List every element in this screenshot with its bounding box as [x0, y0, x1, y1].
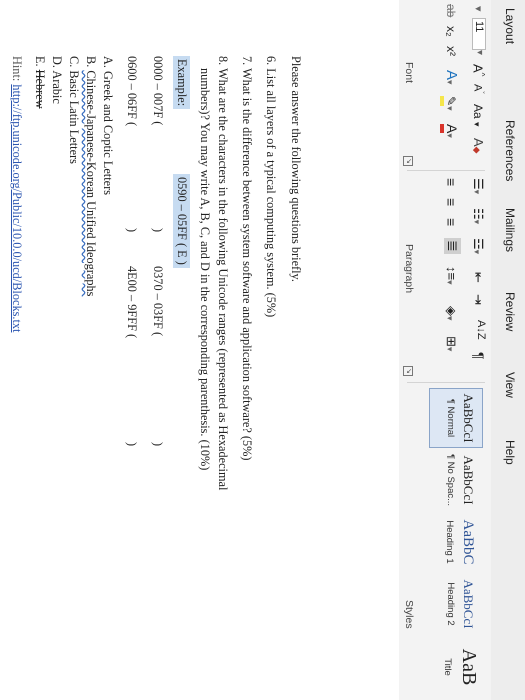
sort-icon[interactable]: A↓Z	[475, 320, 487, 340]
example-value: 0590 – 05FF ( E )	[173, 174, 190, 268]
example-label: Example:	[173, 56, 190, 110]
divider	[407, 382, 485, 383]
range-4-close: )	[125, 442, 139, 447]
style-heading-2[interactable]: AaBbCcI Heading 2	[429, 574, 483, 634]
font-name-dropdown-arrow[interactable]: ▾	[472, 6, 485, 12]
hint-link[interactable]: http://ftp.unicode.org/Public/10.0.0/ucd…	[10, 84, 24, 332]
bullets-icon[interactable]: ☰▾	[470, 178, 486, 194]
option-c: C. Basic Latin Letters	[67, 56, 81, 164]
borders-icon[interactable]: ⊞▾	[443, 336, 459, 351]
question-6: 6. List all layers of a typical computin…	[264, 56, 278, 318]
range-1-label: 0000 – 007F (	[151, 56, 165, 126]
tab-help[interactable]: Help	[503, 440, 517, 465]
divider	[407, 170, 485, 171]
style-title[interactable]: AaB Title	[429, 636, 483, 698]
styles-group-label: Styles	[403, 600, 415, 629]
tab-references[interactable]: References	[503, 120, 517, 181]
highlight-color-icon[interactable]: ✎▾	[440, 96, 458, 111]
tab-view[interactable]: View	[503, 372, 517, 398]
align-right-icon[interactable]: ≡	[443, 218, 459, 226]
decrease-indent-icon[interactable]: ⇤	[470, 272, 486, 283]
hint-line: Hint: http://ftp.unicode.org/Public/10.0…	[10, 56, 24, 333]
font-group-label: Font	[403, 62, 415, 84]
question-7: 7. What is the difference between system…	[240, 56, 254, 461]
line-spacing-icon[interactable]: ↕≡▾	[444, 266, 459, 285]
numbering-icon[interactable]: ☷▾	[470, 208, 486, 224]
ribbon-tabs: Layout References Mailings Review View H…	[491, 0, 525, 700]
option-a: A. Greek and Coptic Letters	[101, 56, 115, 195]
style-no-spacing[interactable]: AaBbCcI ¶ No Spac...	[429, 450, 483, 510]
question-8-line-1: 8. What are the characters in the follow…	[216, 56, 230, 491]
style-normal[interactable]: AaBbCcI ¶ Normal	[429, 388, 483, 448]
range-2-label: 0370 – 03FF (	[151, 266, 165, 337]
style-heading-1[interactable]: AaBbC Heading 1	[429, 512, 483, 572]
option-d: D. Arabic	[50, 56, 64, 104]
justify-icon[interactable]: ≣	[444, 238, 461, 254]
align-center-icon[interactable]: ≡	[443, 198, 459, 206]
align-left-icon[interactable]: ≡	[443, 178, 459, 186]
shading-icon[interactable]: ◈▾	[443, 306, 459, 321]
font-size-dropdown-icon[interactable]: ▾	[474, 50, 485, 55]
tab-layout[interactable]: Layout	[503, 8, 517, 44]
subscript-icon[interactable]: x₂	[444, 26, 458, 37]
shrink-font-icon[interactable]: Aˇ	[471, 84, 484, 94]
ribbon: ▾ 11 ▾ A^ Aˇ Aa ▾ A◆ ab x₂ x² A▾ ✎▾ A▾ F…	[398, 0, 491, 700]
range-3-label: 0600 – 06FF (	[125, 56, 139, 127]
range-3-close: )	[125, 228, 139, 233]
paragraph-dialog-launcher-icon[interactable]: ↘	[403, 366, 413, 376]
range-1-close: )	[151, 228, 165, 233]
text-effects-icon[interactable]: A▾	[443, 70, 460, 85]
grow-font-icon[interactable]: A^	[471, 64, 486, 76]
superscript-icon[interactable]: x²	[444, 46, 458, 56]
option-b: B. Chinese-Japanese-Korean Unified Ideog…	[84, 56, 98, 297]
strikethrough-icon[interactable]: ab	[444, 4, 458, 17]
tab-mailings[interactable]: Mailings	[503, 208, 517, 252]
range-4-label: 4E00 – 9FFF (	[125, 266, 139, 339]
paragraph-group-label: Paragraph	[403, 244, 415, 294]
question-8-line-2: numbers)? You may write A, B, C, and D i…	[198, 68, 212, 471]
font-size-box[interactable]: 11	[472, 18, 486, 50]
show-formatting-icon[interactable]: ¶	[471, 352, 487, 360]
clear-formatting-icon[interactable]: A◆	[471, 138, 486, 154]
option-e: E. Hebrew	[33, 56, 47, 109]
tab-review[interactable]: Review	[503, 292, 517, 331]
font-dialog-launcher-icon[interactable]: ↘	[403, 156, 413, 166]
multilevel-list-icon[interactable]: ☲▾	[470, 238, 486, 254]
intro-text: Please answer the following questions br…	[289, 56, 303, 282]
change-case-button[interactable]: Aa ▾	[471, 104, 485, 127]
increase-indent-icon[interactable]: ⇥	[470, 294, 486, 305]
word-window: Layout References Mailings Review View H…	[0, 0, 525, 700]
font-color-icon[interactable]: A▾	[440, 124, 460, 138]
range-2-close: )	[151, 442, 165, 447]
document-body: Please answer the following questions br…	[0, 56, 399, 696]
document-page[interactable]: Please answer the following questions br…	[0, 0, 399, 700]
